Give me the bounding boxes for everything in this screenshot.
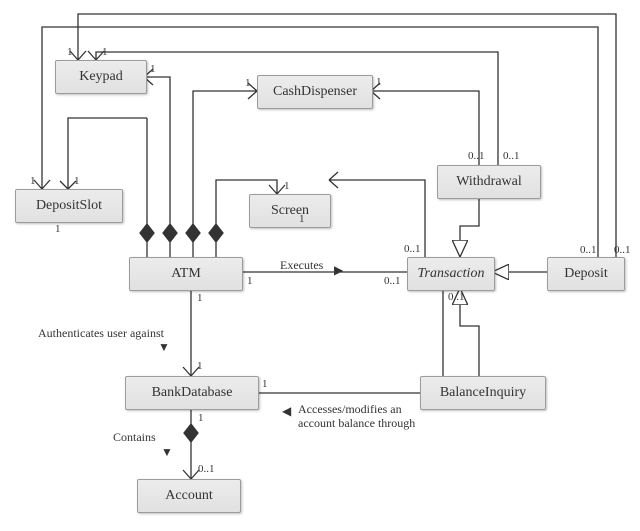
arrow-contains: ▼ [161, 445, 173, 460]
mul-atm-transaction-trans: 0..1 [384, 275, 401, 287]
class-bankdatabase: BankDatabase [125, 376, 259, 410]
class-depositslot: DepositSlot [15, 189, 123, 223]
mul-atm-bd-atm: 1 [197, 292, 203, 304]
class-withdrawal: Withdrawal [437, 165, 541, 199]
mul-with-cd-cd: 1 [376, 76, 382, 88]
class-deposit: Deposit [547, 257, 625, 291]
mul-trans-bd-bd: 1 [262, 378, 268, 390]
label-accesses-l1: Accesses/modifies an [298, 402, 402, 417]
mul-atm-bd-bd: 1 [197, 360, 203, 372]
arrow-authenticates: ▼ [158, 340, 170, 355]
class-atm: ATM [129, 257, 243, 291]
mul-dep-ds-dep: 0..1 [580, 244, 597, 256]
class-cashdispenser: CashDispenser [257, 75, 373, 109]
mul-ds-bottom: 1 [55, 223, 61, 235]
mul-with-kp-kp: 1 [102, 46, 108, 58]
label-accesses-l2: account balance through [298, 416, 415, 431]
mul-bd-acc-bd: 1 [198, 412, 204, 424]
arrow-accesses: ◀ [282, 404, 291, 419]
mul-trans-scr-scr: 1 [299, 213, 305, 225]
mul-bd-acc-acc: 0..1 [198, 463, 215, 475]
label-authenticates: Authenticates user against [38, 326, 164, 341]
mul-atm-transaction-atm: 1 [247, 275, 253, 287]
mul-dep-kp-kp: 1 [67, 46, 73, 58]
class-account: Account [137, 479, 241, 513]
class-screen: Screen [249, 194, 331, 228]
class-keypad: Keypad [55, 60, 147, 94]
mul-with-cd-with: 0..1 [468, 150, 485, 162]
mul-dep-kp-dep: 0..1 [614, 244, 631, 256]
class-transaction: Transaction [407, 257, 495, 291]
label-contains: Contains [113, 430, 156, 445]
mul-atm-kp: 1 [150, 63, 156, 75]
mul-trans-scr-trans: 0..1 [404, 243, 421, 255]
mul-dep-ds-ds: 1 [30, 175, 36, 187]
mul-atm-cd: 1 [245, 77, 251, 89]
mul-trans-bd-trans: 0..1 [448, 291, 465, 303]
arrow-executes: ▶ [334, 263, 343, 278]
class-balanceinquiry: BalanceInquiry [420, 376, 546, 410]
mul-atm-ds: 1 [74, 175, 80, 187]
mul-with-kp-with: 0..1 [503, 150, 520, 162]
mul-atm-scr: 1 [284, 180, 290, 192]
label-executes: Executes [280, 258, 323, 273]
